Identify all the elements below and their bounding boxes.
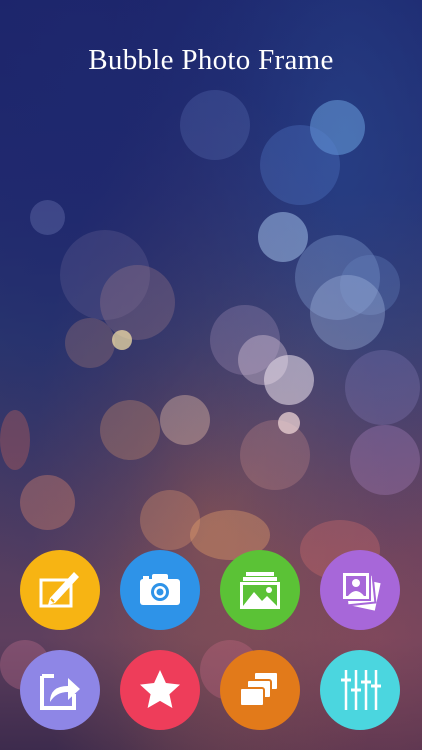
- bokeh-bubble: [260, 125, 340, 205]
- app-title: Bubble Photo Frame: [88, 44, 334, 76]
- rate-button[interactable]: [120, 650, 200, 730]
- camera-icon: [140, 574, 180, 605]
- stacked-cards-icon: [239, 671, 279, 707]
- bokeh-bubble: [240, 420, 310, 490]
- bokeh-bubble: [310, 275, 385, 350]
- bokeh-bubble: [100, 265, 175, 340]
- photos-stack-icon: [341, 571, 381, 611]
- star-icon: [140, 670, 180, 708]
- gallery-button[interactable]: [220, 550, 300, 630]
- bokeh-bubble: [180, 90, 250, 160]
- sliders-icon: [341, 670, 381, 710]
- bokeh-bubble: [278, 412, 300, 434]
- bokeh-bubble: [350, 425, 420, 495]
- bokeh-bubble: [65, 318, 115, 368]
- share-arrow-icon: [40, 674, 80, 710]
- bokeh-bubble: [345, 350, 420, 425]
- more-apps-button[interactable]: [220, 650, 300, 730]
- bokeh-bubble: [30, 200, 65, 235]
- camera-button[interactable]: [120, 550, 200, 630]
- photo-album-button[interactable]: [320, 550, 400, 630]
- bokeh-bubble: [20, 475, 75, 530]
- bokeh-bubble: [160, 395, 210, 445]
- bokeh-bubble: [0, 410, 30, 470]
- share-button[interactable]: [20, 650, 100, 730]
- image-gallery-icon: [240, 572, 280, 609]
- bokeh-bubble: [264, 355, 314, 405]
- bokeh-background: [0, 0, 422, 750]
- pen-paper-icon: [39, 572, 79, 608]
- edit-button[interactable]: [20, 550, 100, 630]
- bokeh-bubble: [100, 400, 160, 460]
- bokeh-bubble: [112, 330, 132, 350]
- settings-button[interactable]: [320, 650, 400, 730]
